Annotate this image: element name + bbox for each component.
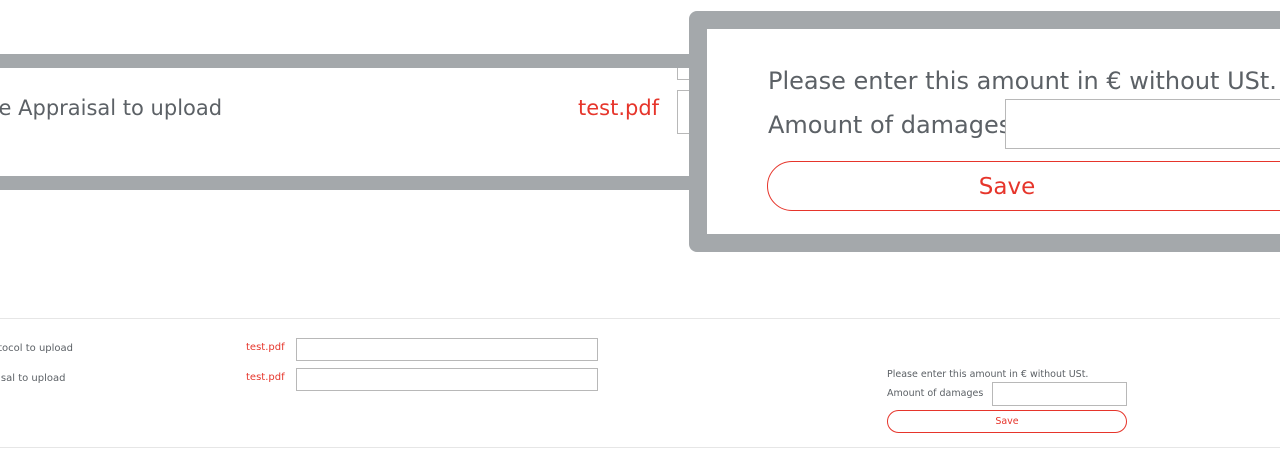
zoom-callout-amount: Please enter this amount in € without US… — [689, 11, 1280, 252]
zoom-upload-file-link[interactable]: test.pdf — [578, 96, 659, 120]
zoom-callout-amount-content: Please enter this amount in € without US… — [707, 29, 1280, 234]
upload-input-appraisal[interactable] — [296, 368, 598, 391]
zoom-save-button[interactable]: Save — [767, 161, 1280, 211]
upload-file-link-protocol[interactable]: test.pdf — [246, 342, 285, 353]
upload-row-label-protocol: otocol to upload — [0, 343, 74, 354]
upload-row-label-appraisal: aisal to upload — [0, 373, 66, 384]
form-divider-top — [0, 318, 1280, 319]
zoom-upload-row-label: hicle Appraisal to upload — [0, 96, 223, 120]
amount-hint: Please enter this amount in € without US… — [887, 369, 1089, 380]
zoom-callout-upload-row: hicle Appraisal to upload test.pdf — [0, 54, 710, 190]
upload-input-protocol[interactable] — [296, 338, 598, 361]
form-divider-bottom — [0, 447, 1280, 448]
zoom-amount-hint: Please enter this amount in € without US… — [768, 67, 1277, 95]
save-button[interactable]: Save — [887, 410, 1127, 433]
amount-input[interactable] — [992, 382, 1127, 406]
zoom-amount-input[interactable] — [1005, 99, 1280, 149]
zoom-callout-upload-row-content: hicle Appraisal to upload test.pdf — [0, 68, 692, 176]
zoom-amount-label: Amount of damages — [768, 111, 1012, 139]
upload-file-link-appraisal[interactable]: test.pdf — [246, 372, 285, 383]
amount-label: Amount of damages — [887, 388, 984, 399]
screenshot-stage: hicle Appraisal to upload test.pdf Pleas… — [0, 0, 1280, 449]
